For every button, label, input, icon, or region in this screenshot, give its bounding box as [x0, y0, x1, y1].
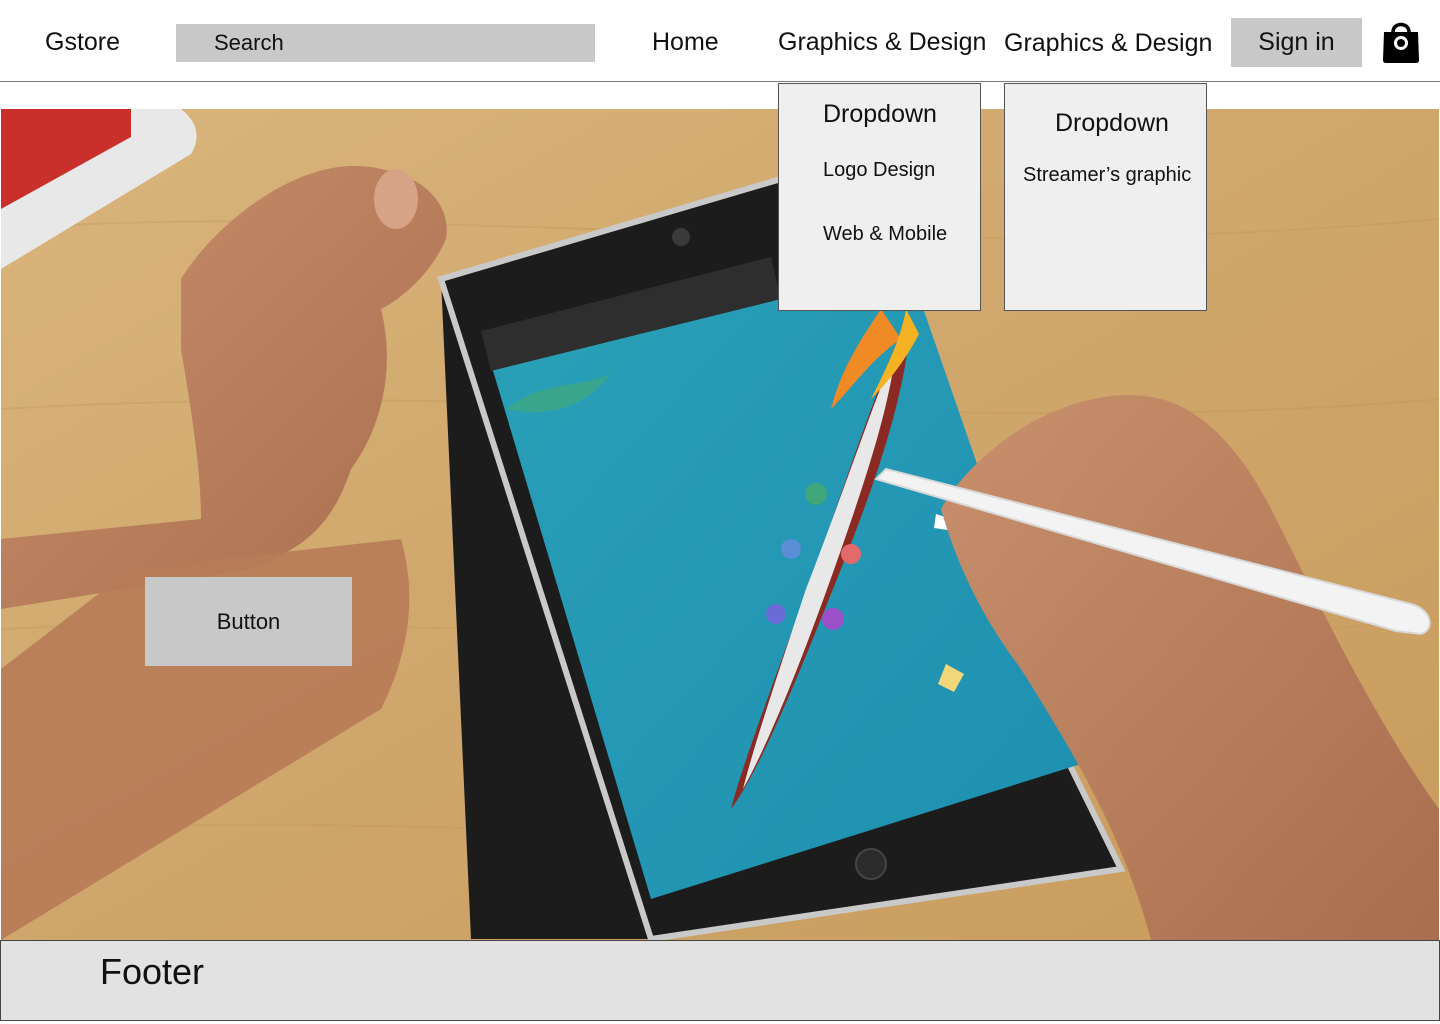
hero-image	[1, 109, 1439, 940]
top-navigation-bar: Gstore Search Home Graphics & Design Gra…	[0, 0, 1440, 82]
nav-graphics-design-menu-2[interactable]: Graphics & Design	[1004, 29, 1212, 58]
shopping-bag-icon[interactable]	[1381, 18, 1421, 64]
nav-graphics-design-menu-1[interactable]: Graphics & Design	[778, 28, 986, 57]
nav-home[interactable]: Home	[652, 28, 719, 57]
dropdown-item-web-mobile[interactable]: Web & Mobile	[823, 223, 947, 246]
dropdown-title: Dropdown	[1055, 109, 1169, 137]
search-input[interactable]: Search	[176, 24, 595, 62]
dropdown-item-logo-design[interactable]: Logo Design	[823, 159, 935, 182]
dropdown-title: Dropdown	[823, 100, 937, 128]
hero-cta-button[interactable]: Button	[145, 577, 352, 666]
footer-label: Footer	[100, 951, 205, 992]
graphics-design-dropdown-1: Dropdown Logo Design Web & Mobile	[778, 83, 981, 311]
dropdown-item-streamers-graphic[interactable]: Streamer’s graphic	[1023, 164, 1191, 187]
sign-in-button[interactable]: Sign in	[1231, 18, 1362, 67]
graphics-design-dropdown-2: Dropdown Streamer’s graphic	[1004, 83, 1207, 311]
page: Gstore Search Home Graphics & Design Gra…	[0, 0, 1440, 1024]
brand-logo[interactable]: Gstore	[45, 28, 120, 57]
footer: Footer	[0, 940, 1440, 1021]
